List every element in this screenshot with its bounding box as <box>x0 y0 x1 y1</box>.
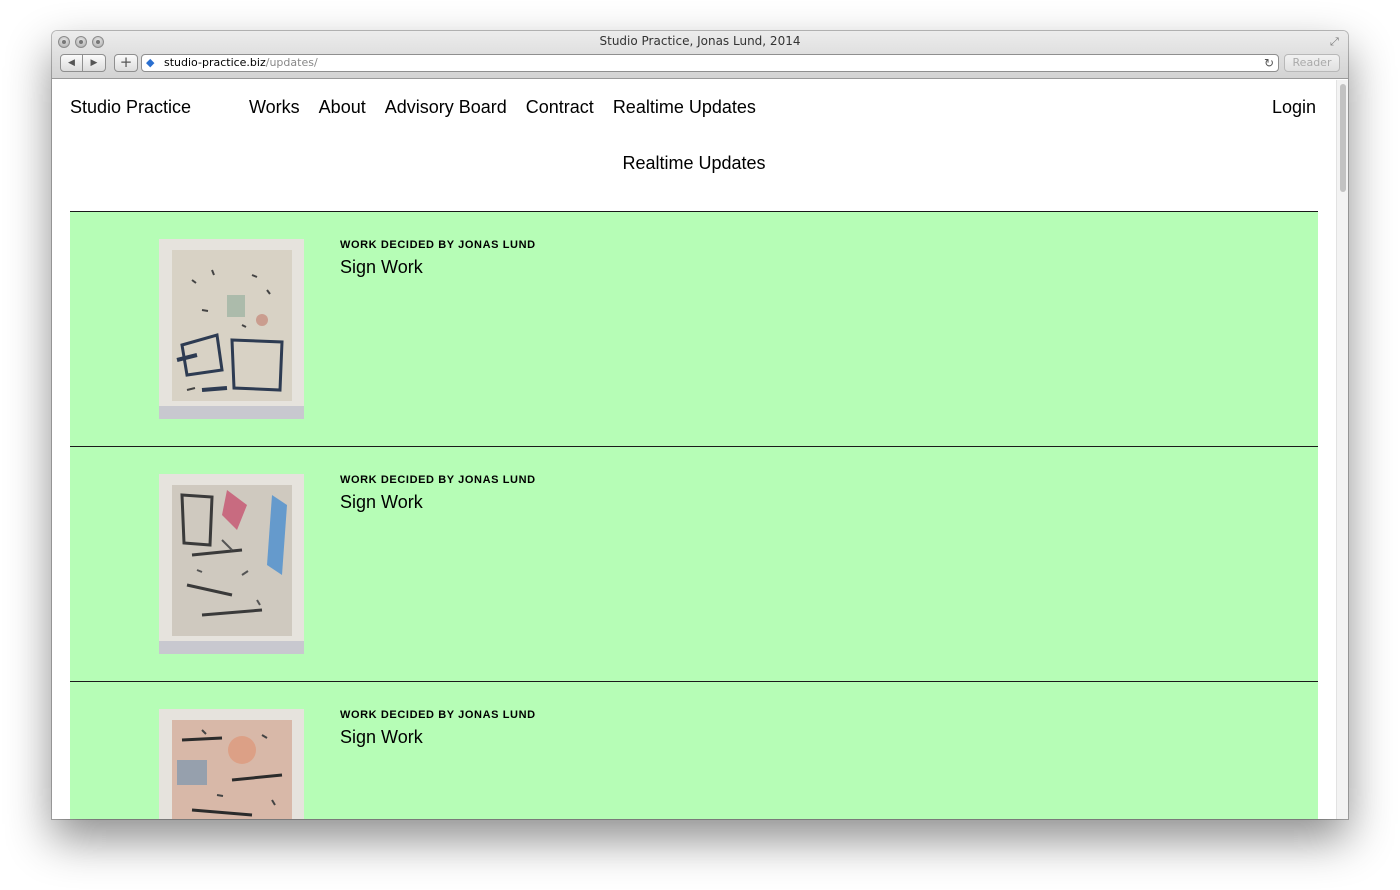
reader-button[interactable]: Reader <box>1284 54 1340 72</box>
login-link[interactable]: Login <box>1272 97 1316 118</box>
gallery-floor <box>159 641 304 654</box>
vertical-scrollbar[interactable] <box>1336 80 1348 819</box>
update-title[interactable]: Sign Work <box>340 727 536 748</box>
update-kicker: WORK DECIDED BY JONAS LUND <box>340 709 536 721</box>
forward-button[interactable]: ▶ <box>83 54 106 72</box>
forward-arrow-icon: ▶ <box>90 58 98 68</box>
nav-item-realtime-updates[interactable]: Realtime Updates <box>613 97 756 118</box>
window-title: Studio Practice, Jonas Lund, 2014 <box>599 34 801 48</box>
address-bar[interactable]: ◆ studio-practice.biz/updates/ ↻ <box>141 54 1279 72</box>
url-path: /updates/ <box>265 56 318 69</box>
update-meta: WORK DECIDED BY JONAS LUND Sign Work <box>340 709 536 748</box>
update-kicker: WORK DECIDED BY JONAS LUND <box>340 474 536 486</box>
site-favicon-icon: ◆ <box>146 56 155 69</box>
nav-item-contract[interactable]: Contract <box>526 97 594 118</box>
updates-list: WORK DECIDED BY JONAS LUND Sign Work WOR… <box>70 211 1318 819</box>
nav-item-works[interactable]: Works <box>249 97 300 118</box>
artwork-thumbnail[interactable] <box>159 709 304 819</box>
update-item: WORK DECIDED BY JONAS LUND Sign Work <box>70 446 1318 681</box>
update-item: WORK DECIDED BY JONAS LUND Sign Work <box>70 211 1318 446</box>
title-bar: Studio Practice, Jonas Lund, 2014 ⤢ ◀ ▶ … <box>52 31 1348 79</box>
update-meta: WORK DECIDED BY JONAS LUND Sign Work <box>340 239 536 278</box>
url-domain: studio-practice.biz <box>164 56 266 69</box>
artwork-thumbnail[interactable] <box>159 474 304 654</box>
site-navigation: Studio Practice Works About Advisory Boa… <box>52 80 1336 136</box>
page-title: Realtime Updates <box>622 153 766 173</box>
page-viewport: Studio Practice Works About Advisory Boa… <box>52 80 1336 819</box>
history-buttons: ◀ ▶ <box>60 54 106 72</box>
gallery-floor <box>159 406 304 419</box>
update-kicker: WORK DECIDED BY JONAS LUND <box>340 239 536 251</box>
artwork-image <box>172 485 292 636</box>
scrollbar-thumb[interactable] <box>1340 84 1346 192</box>
artwork-image <box>172 720 292 819</box>
artwork-thumbnail[interactable] <box>159 239 304 419</box>
reload-icon[interactable]: ↻ <box>1264 55 1274 71</box>
nav-item-advisory-board[interactable]: Advisory Board <box>385 97 507 118</box>
nav-item-about[interactable]: About <box>319 97 366 118</box>
fullscreen-icon[interactable]: ⤢ <box>1330 36 1342 48</box>
back-button[interactable]: ◀ <box>60 54 83 72</box>
update-meta: WORK DECIDED BY JONAS LUND Sign Work <box>340 474 536 513</box>
update-title[interactable]: Sign Work <box>340 257 536 278</box>
main-menu: Works About Advisory Board Contract Real… <box>249 97 756 118</box>
back-arrow-icon: ◀ <box>68 58 75 68</box>
artwork-image <box>172 250 292 401</box>
browser-window: Studio Practice, Jonas Lund, 2014 ⤢ ◀ ▶ … <box>52 31 1348 819</box>
new-tab-button[interactable]: + <box>114 54 138 72</box>
update-item: WORK DECIDED BY JONAS LUND Sign Work <box>70 681 1318 819</box>
plus-icon: + <box>119 53 133 71</box>
site-brand-link[interactable]: Studio Practice <box>70 97 191 118</box>
update-title[interactable]: Sign Work <box>340 492 536 513</box>
